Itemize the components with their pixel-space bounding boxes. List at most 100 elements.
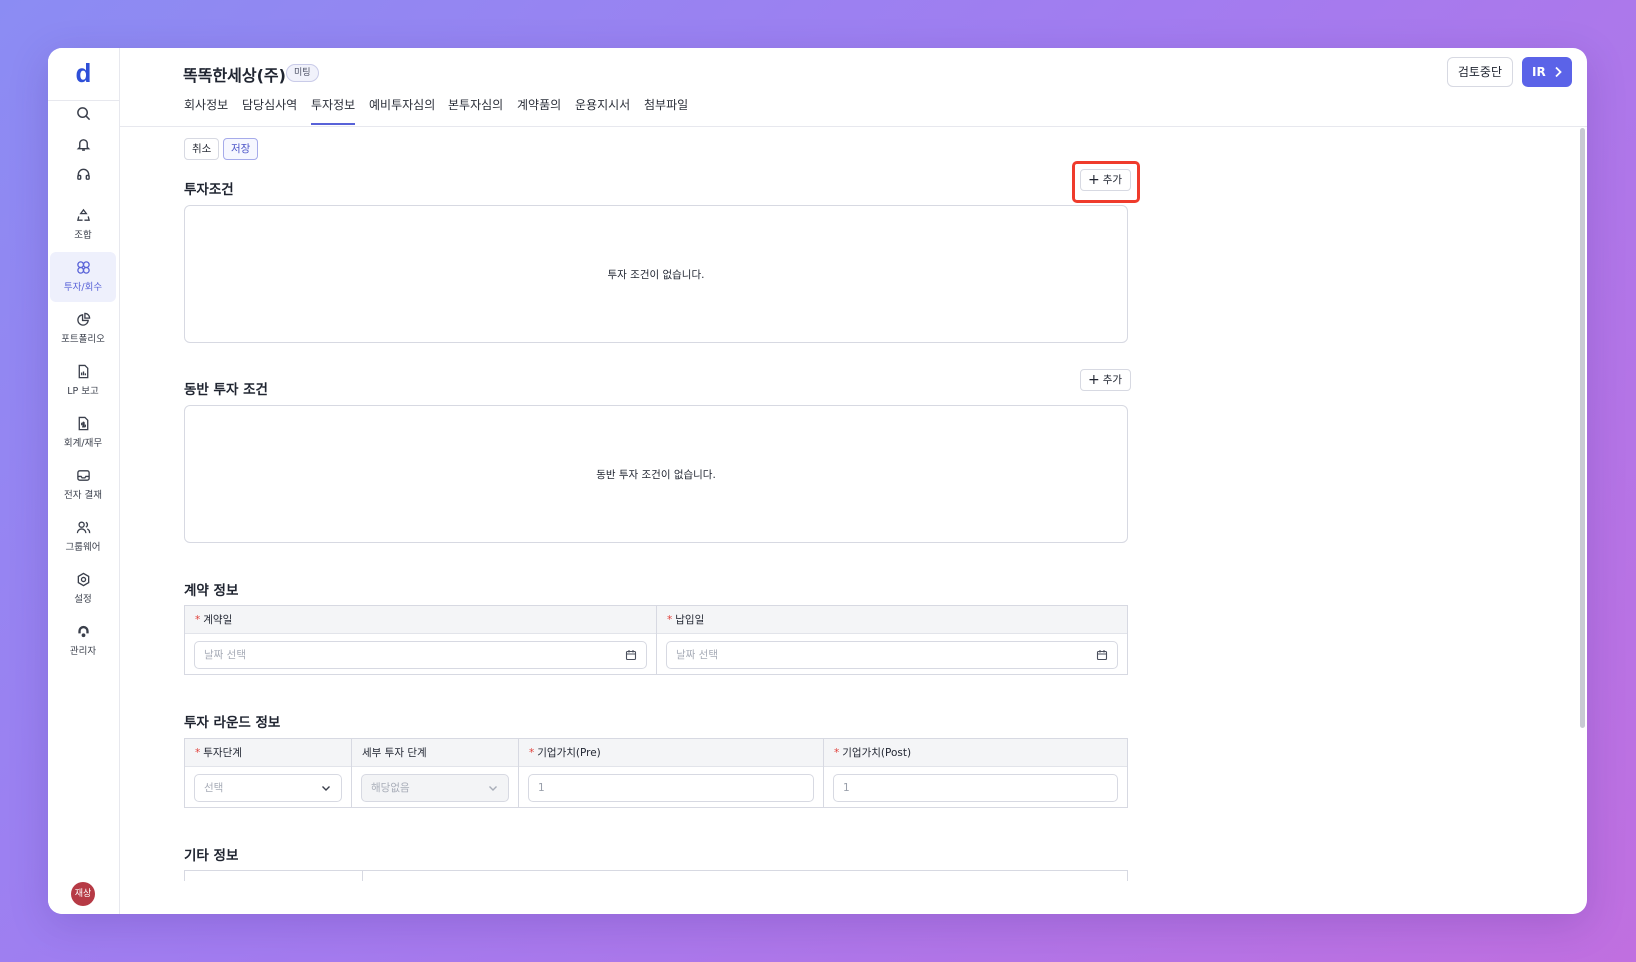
investment-terms-empty: 투자 조건이 없습니다. (184, 205, 1128, 343)
sidebar-item-label: 전자 결재 (64, 490, 102, 501)
finance-file-icon (78, 416, 88, 431)
tab-attachments[interactable]: 첨부파일 (644, 96, 688, 125)
status-badge: 미팅 (286, 64, 319, 82)
tab-investment-info[interactable]: 투자정보 (311, 96, 356, 125)
payment-date-picker[interactable]: 날짜 선택 (666, 641, 1118, 669)
sidebar-item-lp-report[interactable]: LP 보고 (50, 356, 116, 406)
round-info-title: 투자 라운드 정보 (184, 715, 281, 731)
gear-icon (77, 572, 89, 587)
pie-chart-icon (76, 312, 90, 326)
sidebar-item-groupware[interactable]: 그룹웨어 (50, 512, 116, 562)
contract-date-picker[interactable]: 날짜 선택 (194, 641, 647, 669)
add-co-investment-button[interactable]: + 추가 (1080, 369, 1132, 391)
bell-icon[interactable] (48, 137, 119, 156)
sidebar-item-label: 조합 (74, 230, 92, 241)
sidebar-item-label: 투자/회수 (63, 282, 103, 293)
calendar-icon (1096, 650, 1108, 661)
sidebar-item-label: 그룹웨어 (65, 542, 101, 553)
post-value-label: 기업가치(Post) (842, 747, 912, 759)
add-label: 추가 (1102, 374, 1123, 386)
pre-value-label: 기업가치(Pre) (537, 747, 601, 759)
chevron-down-icon (322, 786, 330, 791)
sidebar-item-label: LP 보고 (67, 386, 99, 397)
sidebar-item-admin[interactable]: 관리자 (50, 616, 116, 666)
tab-contract-approval[interactable]: 계약품의 (517, 96, 561, 125)
calendar-icon (625, 650, 637, 661)
app-window: d 조합 투자/회수 포트폴리오 LP 보고 회계/재무 전자 결재 그룹웨어 … (48, 48, 1587, 914)
investment-terms-title: 투자조건 (184, 182, 234, 198)
sidebar-item-portfolio[interactable]: 포트폴리오 (50, 304, 116, 354)
sidebar-item-label: 관리자 (69, 646, 97, 657)
contract-info-title: 계약 정보 (184, 583, 239, 599)
divider (362, 871, 363, 881)
save-button[interactable]: 저장 (223, 138, 259, 160)
divider (48, 100, 119, 101)
tab-manager[interactable]: 담당심사역 (242, 96, 297, 125)
scrollbar[interactable] (1580, 128, 1585, 728)
users-icon (76, 521, 90, 534)
sub-stage-label: 세부 투자 단계 (362, 747, 427, 759)
sidebar-item-label: 회계/재무 (63, 438, 103, 449)
headset-icon[interactable] (48, 167, 119, 186)
inbox-icon (76, 470, 90, 481)
tab-company-info[interactable]: 회사정보 (184, 96, 228, 125)
contract-table: * 계약일 * 납입일 날짜 선택 날짜 선택 (184, 605, 1128, 675)
report-file-icon (78, 364, 88, 379)
date-placeholder: 날짜 선택 (676, 649, 718, 661)
sidebar: d 조합 투자/회수 포트폴리오 LP 보고 회계/재무 전자 결재 그룹웨어 … (48, 48, 120, 914)
round-table: * 투자단계 세부 투자 단계 * 기업가치(Pre) * 기업가치(Post) 선택… (184, 738, 1128, 808)
tab-operation-order[interactable]: 운용지시서 (575, 96, 630, 125)
chevron-down-icon (489, 786, 497, 791)
divider (518, 739, 519, 807)
chevron-right-icon (1555, 66, 1562, 78)
other-info-title: 기타 정보 (184, 848, 239, 864)
recycle-icon (76, 208, 90, 221)
sub-stage-value: 해당없음 (371, 782, 410, 794)
stop-review-button[interactable]: 검토중단 (1446, 57, 1513, 87)
post-value-header: * 기업가치(Post) (824, 739, 1127, 767)
tab-pre-review[interactable]: 예비투자심의 (369, 96, 435, 125)
sub-stage-select[interactable]: 해당없음 (361, 774, 509, 802)
co-investment-title: 동반 투자 조건 (184, 382, 268, 398)
divider (351, 739, 352, 807)
co-investment-empty: 동반 투자 조건이 없습니다. (184, 405, 1128, 543)
date-placeholder: 날짜 선택 (204, 649, 246, 661)
pre-value-header: * 기업가치(Pre) (519, 739, 823, 767)
page-title: 똑똑한세상(주) (183, 66, 286, 85)
search-icon[interactable] (48, 106, 119, 125)
pre-value-input[interactable]: 1 (528, 774, 814, 802)
sidebar-item-settings[interactable]: 설정 (50, 564, 116, 614)
add-label: 추가 (1102, 174, 1123, 186)
plus-icon: + (1088, 372, 1100, 388)
other-info-table (184, 870, 1128, 881)
payment-date-label: 납입일 (675, 614, 705, 626)
sidebar-item-accounting[interactable]: 회계/재무 (50, 408, 116, 458)
sidebar-item-label: 포트폴리오 (61, 334, 105, 345)
divider (656, 606, 657, 674)
payment-date-header: * 납입일 (657, 606, 1127, 634)
stage-header: * 투자단계 (185, 739, 351, 767)
ir-button[interactable]: IR (1522, 57, 1572, 87)
ir-button-label: IR (1532, 65, 1546, 79)
tab-main-review[interactable]: 본투자심의 (448, 96, 503, 125)
contract-date-header: * 계약일 (185, 606, 656, 634)
empty-message: 동반 투자 조건이 없습니다. (596, 469, 716, 481)
app-logo[interactable]: d (48, 58, 119, 89)
sidebar-item-investment[interactable]: 투자/회수 (50, 252, 116, 302)
sidebar-item-fund[interactable]: 조합 (50, 200, 116, 250)
post-value-input[interactable]: 1 (833, 774, 1118, 802)
divider (823, 739, 824, 807)
empty-message: 투자 조건이 없습니다. (607, 269, 705, 281)
stage-label: 투자단계 (203, 747, 242, 759)
plus-icon: + (1088, 172, 1100, 188)
cancel-button[interactable]: 취소 (184, 138, 220, 160)
sidebar-item-approval[interactable]: 전자 결재 (50, 460, 116, 510)
stage-value: 선택 (204, 782, 224, 794)
admin-icon (77, 625, 89, 638)
stage-select[interactable]: 선택 (194, 774, 342, 802)
add-investment-term-button[interactable]: + 추가 (1080, 169, 1132, 191)
page-header: 똑똑한세상(주) 미팅 회사정보 담당심사역 투자정보 예비투자심의 본투자심의… (120, 48, 1587, 127)
contract-date-label: 계약일 (203, 614, 233, 626)
sidebar-item-label: 설정 (74, 594, 92, 605)
avatar[interactable]: 재상 (71, 882, 95, 906)
